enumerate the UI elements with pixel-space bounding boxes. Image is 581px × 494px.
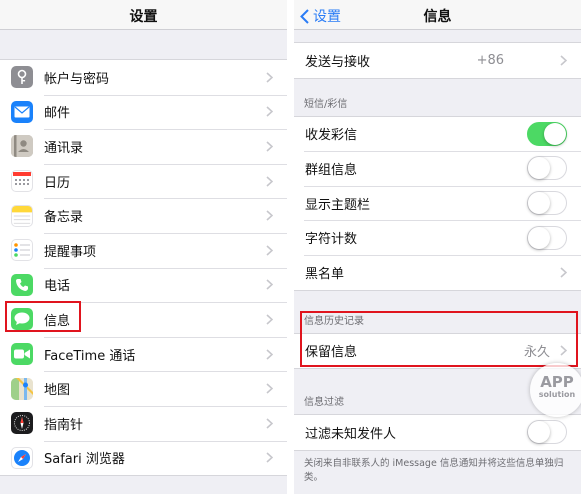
- settings-item-notes[interactable]: 备忘录: [0, 198, 287, 233]
- show-subject-label: 显示主题栏: [305, 197, 371, 213]
- settings-item-label: 备忘录: [44, 210, 84, 226]
- filter-unknown-row: 过滤未知发件人: [294, 415, 581, 450]
- settings-item-label: 提醒事项: [44, 244, 97, 260]
- mms-row: 收发彩信: [294, 117, 581, 152]
- chevron-right-icon: [560, 55, 567, 66]
- settings-item-label: 电话: [44, 279, 71, 295]
- facetime-icon: [11, 343, 33, 366]
- settings-item-phone[interactable]: 电话: [0, 267, 287, 303]
- chevron-right-icon: [560, 267, 567, 278]
- chevron-right-icon: [266, 72, 273, 83]
- group-messaging-row: 群组信息: [294, 151, 581, 186]
- chevron-right-icon: [266, 452, 273, 463]
- send-receive-row[interactable]: 发送与接收 +86: [294, 43, 581, 78]
- settings-item-safari[interactable]: Safari 浏览器: [0, 440, 287, 476]
- chevron-right-icon: [266, 348, 273, 360]
- filter-group: 过滤未知发件人: [294, 414, 581, 451]
- mms-toggle[interactable]: [527, 121, 567, 146]
- settings-item-accounts[interactable]: 帐户与密码: [0, 60, 287, 95]
- mms-label: 收发彩信: [305, 128, 358, 144]
- chevron-right-icon: [266, 245, 273, 256]
- character-count-row: 字符计数: [294, 220, 581, 255]
- blacklist-row[interactable]: 黑名单: [294, 254, 581, 290]
- settings-item-label: Safari 浏览器: [44, 452, 125, 468]
- filter-footer: 关闭来自非联系人的 iMessage 信息通知并将这些信息单独归类。: [304, 457, 564, 483]
- settings-item-contacts[interactable]: 通讯录: [0, 129, 287, 164]
- sms-section-header: 短信/彩信: [304, 98, 348, 110]
- settings-item-label: 日历: [44, 175, 71, 191]
- send-receive-label: 发送与接收: [305, 54, 371, 70]
- sms-group: 收发彩信 群组信息 显示主题栏 字符计数 黑名单: [294, 115, 581, 291]
- chevron-right-icon: [266, 106, 273, 117]
- settings-item-label: 帐户与密码: [44, 71, 110, 87]
- settings-panel: 设置 帐户与密码 邮件 通讯录 日历 备忘录 提醒事项 电话 信息 FaceTi…: [0, 0, 287, 494]
- compass-icon: [11, 412, 33, 435]
- mail-icon: [11, 100, 33, 123]
- settings-item-reminders[interactable]: 提醒事项: [0, 232, 287, 268]
- contacts-icon: [11, 135, 33, 158]
- chevron-right-icon: [266, 175, 273, 187]
- character-count-toggle[interactable]: [527, 225, 567, 250]
- chevron-right-icon: [266, 279, 273, 290]
- show-subject-row: 显示主题栏: [294, 185, 581, 221]
- settings-item-calendar[interactable]: 日历: [0, 163, 287, 199]
- send-receive-group: 发送与接收 +86: [294, 42, 581, 79]
- settings-title: 设置: [129, 9, 158, 25]
- key-icon: [11, 66, 33, 89]
- blacklist-label: 黑名单: [305, 266, 345, 282]
- character-count-label: 字符计数: [305, 232, 358, 248]
- messages-highlight-box: [5, 301, 81, 332]
- settings-item-label: 地图: [44, 383, 71, 399]
- group-messaging-label: 群组信息: [305, 162, 358, 178]
- messages-title: 信息: [423, 9, 452, 25]
- filter-unknown-toggle[interactable]: [527, 420, 567, 445]
- settings-list: 帐户与密码 邮件 通讯录 日历 备忘录 提醒事项 电话 信息 FaceTime …: [0, 59, 287, 477]
- settings-item-label: 通讯录: [44, 140, 84, 156]
- chevron-right-icon: [266, 141, 273, 152]
- settings-item-compass[interactable]: 指南针: [0, 405, 287, 441]
- history-highlight-box: [300, 311, 578, 367]
- show-subject-toggle[interactable]: [527, 191, 567, 216]
- safari-icon: [11, 446, 33, 469]
- settings-item-label: FaceTime 通话: [44, 348, 136, 364]
- chevron-right-icon: [266, 418, 273, 429]
- phone-icon: [11, 273, 33, 296]
- chevron-right-icon: [266, 383, 273, 394]
- chevron-right-icon: [266, 210, 273, 221]
- app-solution-watermark: APP solution: [530, 363, 581, 417]
- settings-navbar: 设置: [0, 0, 287, 30]
- filter-unknown-label: 过滤未知发件人: [305, 426, 397, 442]
- reminders-icon: [11, 239, 33, 262]
- chevron-right-icon: [266, 314, 273, 325]
- notes-icon: [11, 204, 33, 227]
- group-messaging-toggle[interactable]: [527, 156, 567, 181]
- settings-item-maps[interactable]: 地图: [0, 371, 287, 406]
- watermark-line1: APP: [540, 373, 574, 391]
- watermark-line2: solution: [538, 390, 576, 399]
- send-receive-value: +86: [476, 52, 504, 68]
- settings-item-facetime[interactable]: FaceTime 通话: [0, 336, 287, 372]
- settings-item-mail[interactable]: 邮件: [0, 94, 287, 130]
- messages-settings-panel: 设置 信息 发送与接收 +86 短信/彩信 收发彩信 群组信息 显示主题栏 字符…: [294, 0, 581, 494]
- messages-navbar: 设置 信息: [294, 0, 581, 30]
- settings-item-label: 指南针: [44, 417, 84, 433]
- calendar-icon: [11, 170, 33, 193]
- maps-icon: [11, 377, 33, 400]
- settings-item-label: 邮件: [44, 106, 71, 122]
